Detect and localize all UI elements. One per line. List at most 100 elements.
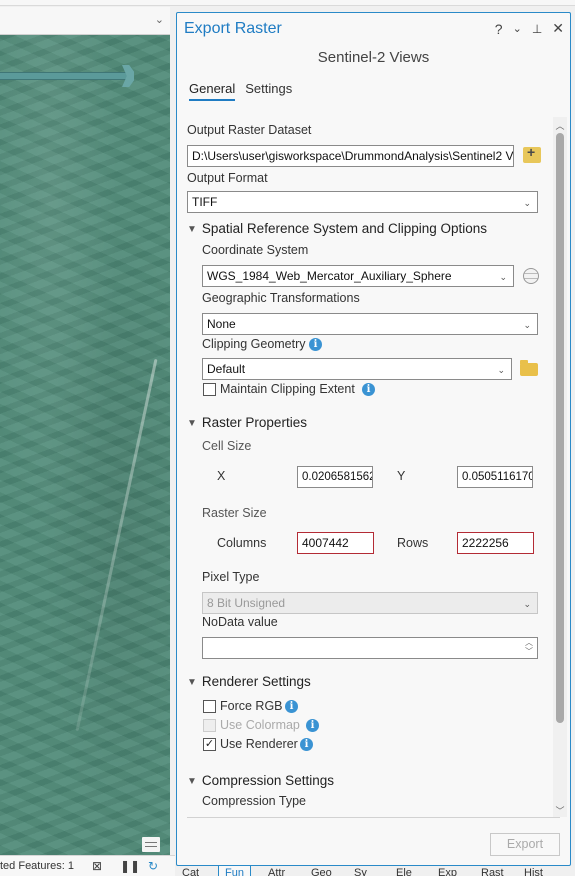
bottom-tab[interactable]: Rast — [481, 866, 504, 876]
columns-label: Columns — [217, 536, 267, 550]
output-raster-input[interactable]: D:\Users\user\gisworkspace\DrummondAnaly… — [187, 145, 514, 167]
section-raster-properties[interactable]: ▼ Raster Properties — [187, 415, 307, 430]
attribute-table-icon[interactable] — [142, 837, 160, 852]
maintain-clipping-extent-label: Maintain Clipping Extent — [220, 382, 355, 396]
maintain-clipping-extent-checkbox[interactable] — [203, 383, 216, 396]
pin-icon[interactable]: ⊥ — [532, 22, 542, 36]
vertical-scrollbar[interactable]: ︿ ﹀ — [553, 117, 567, 817]
footer-divider — [187, 817, 560, 818]
section-spatial-reference[interactable]: ▼ Spatial Reference System and Clipping O… — [187, 221, 487, 236]
force-rgb-checkbox[interactable] — [203, 700, 216, 713]
map-canvas[interactable] — [0, 35, 170, 855]
bottom-tab-active[interactable]: Fun — [218, 866, 251, 876]
use-renderer-label: Use Renderer — [220, 737, 298, 751]
clipping-geometry-select[interactable]: Default ⌄ — [202, 358, 512, 380]
coordinate-system-select[interactable]: WGS_1984_Web_Mercator_Auxiliary_Sphere ⌄ — [202, 265, 514, 287]
map-status-bar: ted Features: 1 ⊠ ❚❚ ↻ — [0, 855, 175, 876]
bottom-tab[interactable]: Geo — [311, 866, 332, 876]
close-icon[interactable]: ✕ — [552, 20, 564, 37]
ribbon-strip — [0, 0, 575, 6]
layer-subtitle: Sentinel-2 Views — [317, 49, 430, 66]
clipping-geometry-label: Clipping Geometry — [202, 337, 306, 351]
chevron-down-icon: ⌄ — [523, 599, 531, 609]
compression-type-label: Compression Type — [202, 794, 306, 808]
chevron-down-icon: ⌄ — [499, 272, 507, 282]
folder-open-icon[interactable] — [520, 360, 538, 376]
bottom-tab[interactable]: Hist — [524, 866, 543, 876]
section-compression-settings[interactable]: ▼ Compression Settings — [187, 773, 334, 788]
navigation-arrow-bar — [0, 72, 128, 80]
selected-features-count: ted Features: 1 — [0, 860, 74, 872]
options-chevron-icon[interactable]: ⌄ — [513, 22, 522, 35]
pixel-type-label: Pixel Type — [202, 570, 260, 584]
pane-controls: ? ⌄ ⊥ ✕ — [495, 20, 564, 37]
output-format-value: TIFF — [192, 195, 218, 209]
cell-size-y-label: Y — [397, 469, 406, 483]
cell-size-label: Cell Size — [202, 439, 252, 453]
select-icon[interactable]: ⊠ — [92, 859, 102, 873]
spinner-icon[interactable]: ︿ ﹀ — [525, 638, 533, 656]
use-colormap-checkbox — [203, 719, 216, 732]
bottom-tab[interactable]: Cat — [182, 866, 199, 876]
use-renderer-checkbox[interactable]: ✓ — [203, 738, 216, 751]
section-spatial-reference-label: Spatial Reference System and Clipping Op… — [201, 221, 488, 236]
caret-down-icon: ▼ — [187, 776, 197, 787]
caret-down-icon: ▼ — [187, 418, 197, 429]
help-icon[interactable]: ? — [495, 21, 503, 37]
chevron-down-icon: ⌄ — [523, 320, 531, 330]
rows-label: Rows — [397, 536, 429, 550]
bottom-tab[interactable]: Attr — [268, 866, 285, 876]
river-feature — [75, 358, 158, 732]
tab-general[interactable]: General — [189, 81, 236, 101]
pane-title: Export Raster — [184, 20, 282, 37]
clipping-geometry-value: Default — [207, 362, 246, 376]
app-window: ⌄ ted Features: 1 ⊠ ❚❚ ↻ Export Raster ?… — [0, 0, 575, 876]
coordinate-system-value: WGS_1984_Web_Mercator_Auxiliary_Sphere — [207, 269, 452, 283]
section-compression-settings-label: Compression Settings — [201, 773, 334, 788]
form-scroll-area: Output Raster Dataset D:\Users\user\gisw… — [187, 117, 552, 817]
scrollbar-thumb[interactable] — [556, 133, 564, 723]
bottom-tab[interactable]: Ele — [396, 866, 412, 876]
info-icon[interactable]: i — [285, 700, 298, 713]
scroll-down-icon[interactable]: ﹀ — [553, 804, 567, 817]
pixel-type-select: 8 Bit Unsigned ⌄ — [202, 592, 538, 614]
cell-size-y-input[interactable]: 0.0505116170 — [457, 466, 533, 488]
caret-down-icon: ▼ — [187, 224, 197, 235]
use-colormap-label: Use Colormap — [220, 718, 300, 732]
scroll-up-icon[interactable]: ︿ — [553, 119, 567, 132]
info-icon[interactable]: i — [306, 719, 319, 732]
refresh-icon[interactable]: ↻ — [148, 859, 158, 873]
tab-settings[interactable]: Settings — [245, 81, 292, 101]
force-rgb-label: Force RGB — [220, 699, 283, 713]
info-icon[interactable]: i — [300, 738, 313, 751]
cell-size-x-label: X — [217, 469, 226, 483]
export-raster-pane: Export Raster ? ⌄ ⊥ ✕ Sentinel-2 Views G… — [176, 12, 571, 866]
cell-size-x-input[interactable]: 0.0206581562 — [297, 466, 373, 488]
output-format-select[interactable]: TIFF ⌄ — [187, 191, 538, 213]
raster-size-label: Raster Size — [202, 506, 267, 520]
section-renderer-settings-label: Renderer Settings — [201, 674, 311, 689]
geographic-transformations-select[interactable]: None ⌄ — [202, 313, 538, 335]
chevron-down-icon[interactable]: ⌄ — [155, 13, 164, 26]
bottom-tab[interactable]: Sy — [354, 866, 367, 876]
chevron-down-icon: ⌄ — [523, 198, 531, 208]
section-raster-properties-label: Raster Properties — [201, 415, 307, 430]
export-button[interactable]: Export — [490, 833, 560, 856]
bottom-tab[interactable]: Exp — [438, 866, 457, 876]
bottom-pane-tabs: Cat Fun Attr Geo Sy Ele Exp Rast Hist — [176, 866, 575, 876]
pane-tabs: General Settings — [189, 81, 292, 101]
info-icon[interactable]: i — [309, 338, 322, 351]
caret-down-icon: ▼ — [187, 677, 197, 688]
pause-icon[interactable]: ❚❚ — [120, 859, 140, 873]
map-view-header: ⌄ — [0, 7, 170, 35]
browse-add-folder-icon[interactable] — [523, 144, 541, 163]
chevron-down-icon: ⌄ — [497, 365, 505, 375]
rows-input[interactable]: 2222256 — [457, 532, 534, 554]
nodata-label: NoData value — [202, 615, 278, 629]
nodata-input[interactable]: ︿ ﹀ — [202, 637, 538, 659]
geographic-transformations-value: None — [207, 317, 236, 331]
globe-icon[interactable] — [523, 268, 539, 284]
info-icon[interactable]: i — [362, 383, 375, 396]
columns-input[interactable]: 4007442 — [297, 532, 374, 554]
section-renderer-settings[interactable]: ▼ Renderer Settings — [187, 674, 311, 689]
